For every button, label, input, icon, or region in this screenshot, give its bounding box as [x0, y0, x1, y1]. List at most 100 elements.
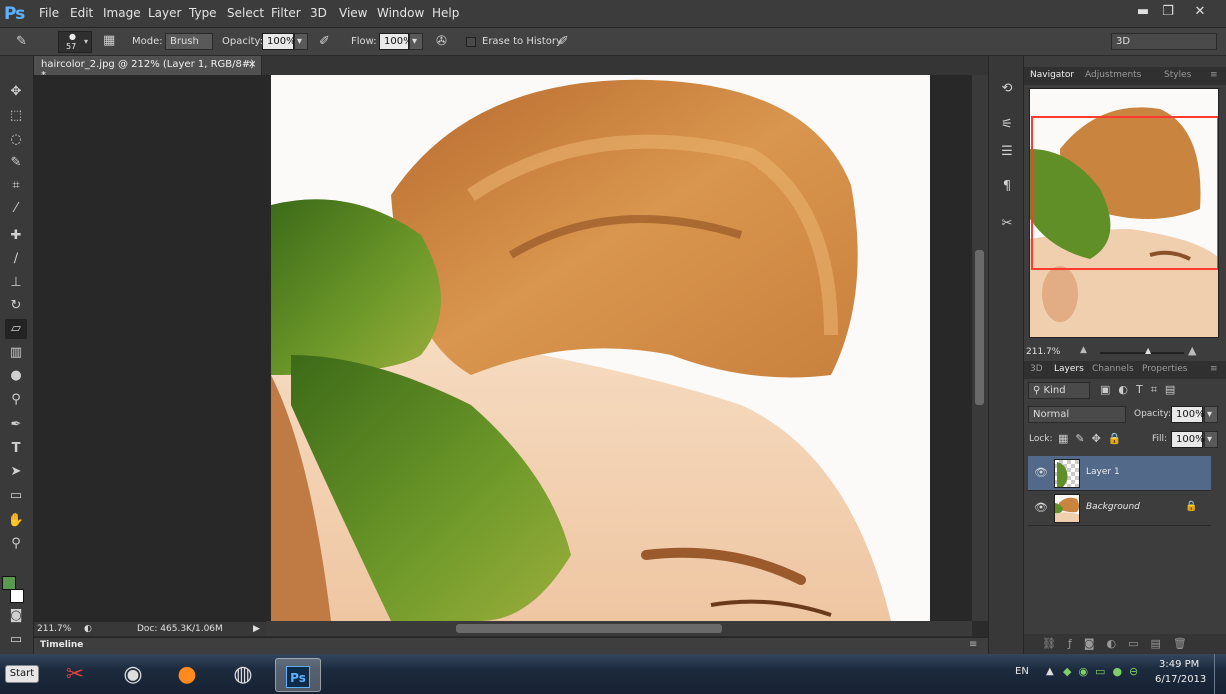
navigator-zoom[interactable]: 211.7%	[1026, 347, 1060, 357]
layer-name[interactable]: Background	[1086, 502, 1140, 512]
menu-edit[interactable]: Edit	[70, 6, 93, 20]
close-button[interactable]: ✕	[1189, 3, 1211, 21]
navigator-zoom-slider[interactable]	[1100, 352, 1184, 354]
fill-input[interactable]: 100%	[1171, 431, 1205, 448]
timeline-menu-icon[interactable]: ≡	[969, 639, 977, 650]
crop-tool-icon[interactable]: ⌗	[5, 176, 27, 196]
move-tool-icon[interactable]: ✥	[5, 82, 27, 102]
layer-row[interactable]: 👁 Layer 1	[1028, 456, 1211, 491]
fill-slider-toggle[interactable]: ▾	[1204, 431, 1218, 448]
snipping-tool-icon[interactable]: ✂	[52, 658, 98, 692]
menu-help[interactable]: Help	[432, 6, 459, 20]
tab-3d[interactable]: 3D	[1030, 364, 1043, 374]
eraser-tool-icon[interactable]: ▱	[5, 319, 27, 339]
language-indicator[interactable]: EN	[1015, 666, 1029, 677]
vertical-scrollbar[interactable]	[972, 75, 988, 621]
menu-select[interactable]: Select	[227, 6, 264, 20]
flow-slider-toggle[interactable]: ▾	[409, 33, 423, 50]
brush-panel-icon[interactable]: ▦	[103, 33, 115, 48]
pressure-size-icon[interactable]: ✐	[558, 34, 569, 49]
flow-input[interactable]: 100%	[379, 33, 413, 50]
menu-view[interactable]: View	[339, 6, 367, 20]
navigator-thumbnail[interactable]	[1029, 88, 1219, 338]
rectangle-tool-icon[interactable]: ▭	[5, 486, 27, 506]
menu-file[interactable]: File	[39, 6, 59, 20]
lasso-tool-icon[interactable]: ◌	[5, 130, 27, 150]
blur-tool-icon[interactable]: ●	[5, 366, 27, 386]
navigator-menu-icon[interactable]: ≡	[1210, 70, 1218, 80]
type-tool-icon[interactable]: T	[5, 439, 27, 459]
dodge-tool-icon[interactable]: ⚲	[5, 390, 27, 410]
eyedropper-tool-icon[interactable]: ⁄	[5, 199, 27, 219]
layer-filter-icons[interactable]: ▣◐T⌗▤	[1100, 383, 1183, 397]
photoshop-taskbar-icon[interactable]: Ps	[275, 658, 321, 692]
layer-name[interactable]: Layer 1	[1086, 467, 1120, 477]
menu-window[interactable]: Window	[377, 6, 424, 20]
document-tab[interactable]: haircolor_2.jpg @ 212% (Layer 1, RGB/8#)…	[34, 56, 262, 81]
layer-opacity-input[interactable]: 100%	[1171, 406, 1205, 423]
character-panel-icon[interactable]: ¶	[996, 176, 1018, 198]
restore-button[interactable]: ❐	[1157, 3, 1179, 21]
eye-icon[interactable]: 👁	[1034, 501, 1048, 514]
tab-adjustments[interactable]: Adjustments	[1085, 70, 1141, 80]
zoom-in-icon[interactable]: ▲	[1188, 344, 1196, 357]
tray-icons[interactable]: ◆◉▭●⊖	[1063, 665, 1145, 678]
tool-presets-icon[interactable]: ✂	[996, 213, 1018, 235]
horizontal-scroll-thumb[interactable]	[456, 624, 722, 633]
layer-actions-icons[interactable]: ⛓ƒ◙◐▭▤🗑	[1042, 637, 1199, 650]
airbrush-icon[interactable]: ✇	[436, 34, 447, 49]
screen-mode-icon[interactable]: ▭	[5, 630, 27, 650]
mode-select[interactable]: Brush	[165, 33, 213, 50]
eye-icon[interactable]: 👁	[1034, 466, 1048, 479]
zoom-out-icon[interactable]: ▲	[1080, 345, 1087, 355]
document-canvas[interactable]	[271, 75, 930, 621]
clock-time[interactable]: 3:49 PM	[1159, 659, 1199, 670]
navigator-zoom-slider-thumb[interactable]: ▲	[1145, 346, 1151, 355]
tab-styles[interactable]: Styles	[1164, 70, 1191, 80]
tray-arrow-icon[interactable]: ▲	[1046, 666, 1054, 677]
brush-presets-icon[interactable]: ⚟	[996, 114, 1018, 136]
media-app-icon[interactable]: ◍	[220, 658, 266, 692]
start-button[interactable]: Start	[5, 665, 39, 683]
hand-tool-icon[interactable]: ✋	[5, 511, 27, 531]
menu-3d[interactable]: 3D	[310, 6, 327, 20]
gradient-tool-icon[interactable]: ▥	[5, 343, 27, 363]
layers-menu-icon[interactable]: ≡	[1210, 364, 1218, 374]
clone-stamp-tool-icon[interactable]: ⊥	[5, 273, 27, 293]
tab-layers[interactable]: Layers	[1054, 364, 1084, 374]
tab-properties[interactable]: Properties	[1142, 364, 1187, 374]
brush-tool-icon[interactable]: ∕	[5, 249, 27, 269]
pressure-opacity-icon[interactable]: ✐	[319, 34, 330, 49]
timeline-panel[interactable]: Timeline ≡	[34, 637, 988, 654]
close-tab-icon[interactable]: ×	[248, 59, 256, 70]
quick-selection-tool-icon[interactable]: ✎	[5, 153, 27, 173]
erase-to-history-checkbox[interactable]	[466, 37, 476, 47]
opacity-slider-toggle[interactable]: ▾	[294, 33, 308, 50]
path-selection-tool-icon[interactable]: ➤	[5, 462, 27, 482]
history-panel-icon[interactable]: ⟲	[996, 78, 1018, 100]
menu-filter[interactable]: Filter	[271, 6, 301, 20]
history-brush-tool-icon[interactable]: ↻	[5, 296, 27, 316]
healing-brush-tool-icon[interactable]: ✚	[5, 226, 27, 246]
horizontal-scrollbar[interactable]	[266, 621, 972, 636]
layer-opacity-slider-toggle[interactable]: ▾	[1204, 406, 1218, 423]
brush-picker[interactable]: ● 57 ▾	[58, 31, 92, 53]
eraser-preset-icon[interactable]: ✎	[16, 34, 27, 49]
opacity-input[interactable]: 100%	[262, 33, 296, 50]
background-color-swatch[interactable]	[10, 589, 24, 603]
vertical-scroll-thumb[interactable]	[975, 250, 984, 405]
menu-layer[interactable]: Layer	[148, 6, 181, 20]
clock-date[interactable]: 6/17/2013	[1155, 674, 1206, 685]
blend-mode-select[interactable]: Normal	[1028, 406, 1126, 423]
layer-filter-kind[interactable]: ⚲ Kind	[1028, 382, 1090, 399]
marquee-tool-icon[interactable]: ⬚	[5, 106, 27, 126]
menu-image[interactable]: Image	[103, 6, 141, 20]
lock-icons[interactable]: ▦✎✥🔒	[1058, 432, 1129, 445]
screen-recorder-icon[interactable]: ◉	[110, 658, 156, 692]
status-menu-arrow-icon[interactable]: ▶	[253, 624, 260, 634]
foreground-color-swatch[interactable]	[2, 576, 16, 590]
layer-row[interactable]: 👁 Background 🔒	[1028, 491, 1211, 526]
tab-channels[interactable]: Channels	[1092, 364, 1134, 374]
firefox-icon[interactable]: ●	[164, 658, 210, 692]
minimize-button[interactable]: ▬	[1132, 3, 1154, 21]
